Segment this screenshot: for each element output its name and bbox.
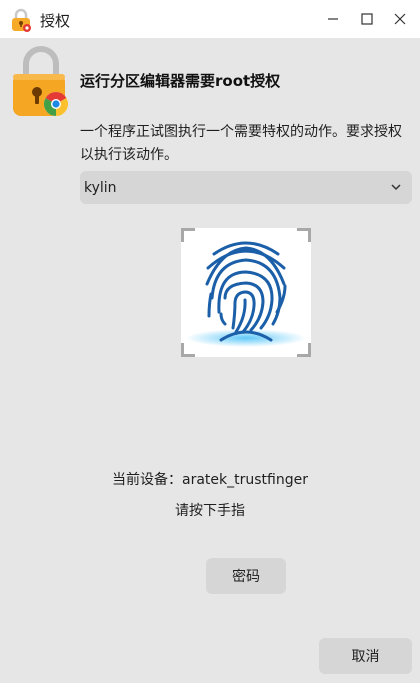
dialog-description: 一个程序正试图执行一个需要特权的动作。要求授权以执行该动作。 [80, 124, 402, 163]
chevron-down-icon [391, 184, 401, 191]
close-button[interactable] [389, 8, 411, 30]
lock-icon [12, 8, 31, 32]
minimize-button[interactable] [322, 8, 344, 30]
fingerprint-area [181, 228, 311, 357]
user-select-value: kylin [84, 179, 117, 196]
maximize-icon [361, 13, 373, 25]
fingerprint-prompt: 请按下手指 [175, 503, 245, 519]
lock-icon [13, 46, 69, 116]
password-button[interactable]: 密码 [206, 558, 286, 594]
dialog-headline: 运行分区编辑器需要root授权 [80, 72, 281, 90]
cancel-button[interactable]: 取消 [319, 638, 412, 674]
minimize-icon [328, 18, 338, 20]
window-title: 授权 [40, 12, 71, 30]
close-icon [394, 13, 406, 25]
fingerprint-icon [186, 241, 306, 347]
dialog-body: 运行分区编辑器需要root授权 一个程序正试图执行一个需要特权的动作。要求授权以… [0, 38, 420, 683]
device-label: 当前设备：aratek_trustfinger [112, 472, 308, 488]
title-bar: 授权 [0, 0, 420, 38]
user-select[interactable]: kylin [80, 171, 412, 204]
maximize-button[interactable] [356, 8, 378, 30]
